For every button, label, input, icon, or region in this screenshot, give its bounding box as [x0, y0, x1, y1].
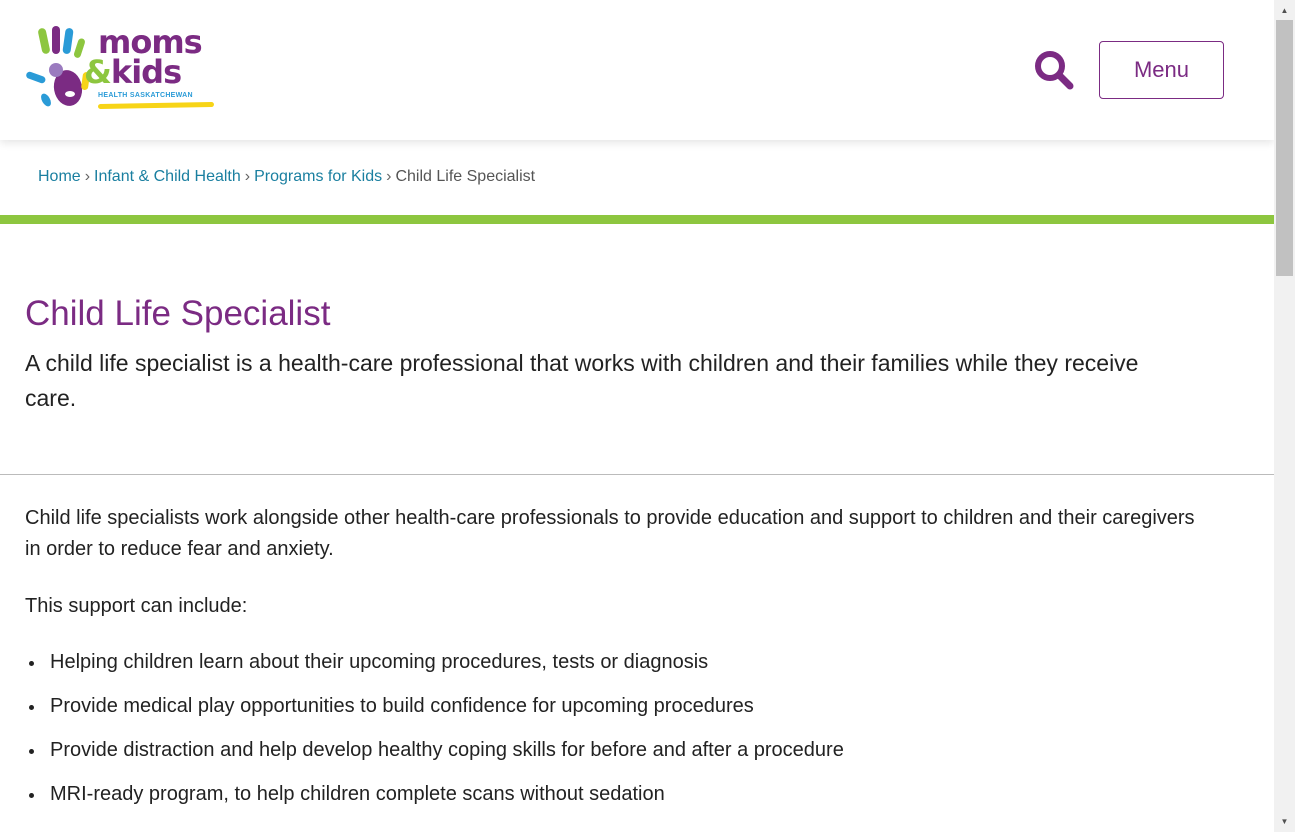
page-lead-text: A child life specialist is a health-care… — [25, 350, 1139, 411]
breadcrumb-separator: › — [244, 168, 251, 185]
section-divider — [0, 474, 1274, 475]
scroll-down-arrow-icon[interactable]: ▼ — [1274, 813, 1295, 830]
breadcrumb-infant-child-health-link[interactable]: Infant & Child Health — [94, 168, 241, 185]
list-item: Provide medical play opportunities to bu… — [25, 691, 1225, 735]
support-intro-paragraph: This support can include: — [25, 595, 248, 617]
logo-underline — [97, 101, 215, 110]
menu-button[interactable]: Menu — [1099, 41, 1224, 99]
breadcrumb-home-link[interactable]: Home — [38, 168, 81, 185]
logo-kids-word: kids — [110, 53, 182, 91]
page-viewport: moms &kids HEALTH SASKATCHEWAN Menu Home… — [0, 0, 1274, 832]
support-list: Helping children learn about their upcom… — [25, 647, 1225, 823]
search-icon — [1035, 51, 1074, 90]
search-button[interactable] — [1033, 49, 1075, 91]
list-item: Provide distraction and help develop hea… — [25, 735, 1225, 779]
page-title: Child Life Specialist — [25, 294, 331, 333]
logo-kids-text: &kids — [84, 53, 182, 91]
breadcrumb-current: Child Life Specialist — [395, 168, 536, 185]
breadcrumb-separator: › — [386, 168, 392, 185]
logo-subtitle: HEALTH SASKATCHEWAN — [98, 92, 193, 99]
intro-paragraph: Child life specialists work alongside ot… — [25, 507, 1195, 560]
logo-ampersand: & — [84, 53, 112, 91]
breadcrumb-green-divider — [0, 215, 1274, 224]
site-logo[interactable]: moms &kids HEALTH SASKATCHEWAN — [24, 24, 216, 114]
breadcrumb-separator: › — [84, 168, 91, 185]
vertical-scrollbar[interactable]: ▲ ▼ — [1274, 0, 1295, 832]
scrollbar-thumb[interactable] — [1276, 20, 1293, 276]
list-item: Helping children learn about their upcom… — [25, 647, 1225, 691]
list-item: MRI-ready program, to help children comp… — [25, 779, 1225, 823]
site-header: moms &kids HEALTH SASKATCHEWAN Menu — [0, 0, 1274, 140]
scroll-up-arrow-icon[interactable]: ▲ — [1274, 2, 1295, 19]
breadcrumb-programs-for-kids-link[interactable]: Programs for Kids — [254, 168, 382, 185]
breadcrumb: Home › Infant & Child Health › Programs for … — [38, 168, 535, 186]
